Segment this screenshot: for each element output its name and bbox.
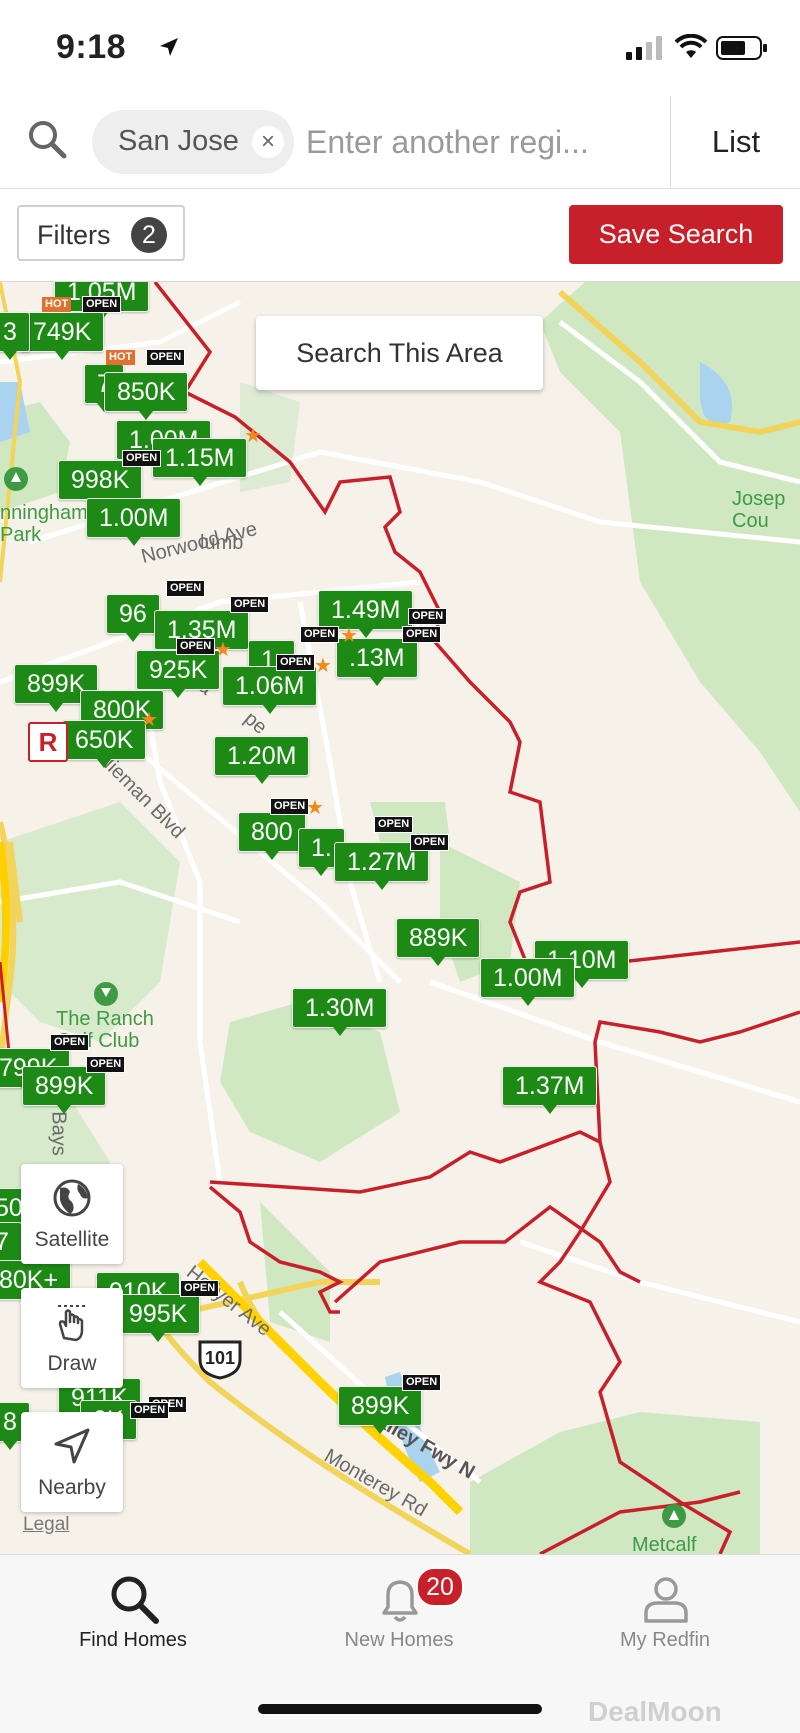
globe-icon [53,1179,91,1217]
close-icon[interactable]: × [252,126,284,158]
search-this-area-button[interactable]: Search This Area [256,316,543,390]
open-tag: OPEN [402,1374,442,1391]
star-icon: ★ [244,425,262,447]
open-tag: OPEN [276,654,316,671]
draw-hand-icon [58,1305,86,1342]
open-tag: OPEN [180,1280,220,1297]
nearby-button[interactable]: Nearby [21,1412,123,1512]
navigation-arrow-icon [54,1428,90,1464]
price-marker[interactable]: 1.30M [292,988,388,1036]
tab-new-homes[interactable]: 20 New Homes [266,1555,532,1675]
watermark: DealMoon [588,1696,722,1727]
price-marker[interactable]: 650K [62,720,147,768]
region-search-input[interactable] [304,118,648,166]
price-marker[interactable]: 3 [0,312,30,360]
star-icon: ★ [140,709,158,731]
price-marker[interactable]: 1.15M [152,438,248,486]
price-marker[interactable]: 7 [0,1222,22,1270]
tab-label: New Homes [344,1629,454,1651]
street-label: lumb [200,532,244,554]
open-tag: OPEN [230,596,270,613]
draw-label: Draw [47,1352,97,1375]
list-view-button[interactable]: List [672,96,800,188]
hot-tag: HOT [106,350,136,365]
legal-link[interactable]: Legal [23,1514,70,1536]
redfin-listing-badge[interactable]: R [28,722,68,762]
open-tag: OPEN [408,608,448,625]
price-marker[interactable]: 850K [104,372,189,420]
region-chip-label: San Jose [118,125,239,157]
filters-count-badge: 2 [131,217,167,253]
cellular-signal-icon [626,36,662,60]
search-bar: San Jose × List [0,96,800,189]
highway-shield-label: 101 [204,1348,236,1368]
price-marker[interactable]: 1.00M [86,498,182,546]
open-tag: OPEN [50,1034,90,1051]
open-tag: OPEN [374,816,414,833]
star-icon: ★ [314,655,332,677]
filter-bar: Filters 2 Save Search [0,189,800,282]
open-tag: OPEN [270,798,310,815]
map-view[interactable]: Norwood Ave Nieman Blvd Hellyer Ave S Va… [0,282,800,1554]
price-marker[interactable]: 925K [136,650,221,698]
satellite-button[interactable]: Satellite [21,1164,123,1264]
price-marker[interactable]: 96 [106,594,160,642]
price-marker[interactable]: 800 [238,812,306,860]
new-homes-count-badge: 20 [416,1567,464,1607]
search-icon[interactable] [26,118,68,160]
satellite-label: Satellite [34,1228,110,1251]
status-bar: 9:18 [0,0,800,96]
battery-icon [716,36,767,60]
home-indicator [258,1704,542,1714]
tab-label: My Redfin [619,1629,711,1651]
status-time: 9:18 [56,28,127,66]
divider [670,96,671,188]
park-label: Josep Cou [732,488,786,532]
filters-button[interactable]: Filters 2 [17,205,185,261]
open-tag: OPEN [86,1056,126,1073]
price-marker[interactable]: 899K [338,1386,423,1434]
tab-find-homes[interactable]: Find Homes [0,1555,266,1675]
price-marker[interactable]: 1.37M [502,1066,598,1114]
price-marker[interactable]: 995K [116,1294,201,1342]
wifi-icon [674,34,708,58]
price-marker[interactable]: 1.00M [480,958,576,1006]
price-marker[interactable]: 1.06M [222,666,318,714]
street-label: Bays [47,1111,70,1156]
nearby-label: Nearby [38,1476,106,1499]
price-marker[interactable]: 1.49M [318,590,414,638]
draw-button[interactable]: Draw [21,1288,123,1388]
location-arrow-icon [160,38,178,56]
open-tag: OPEN [82,296,122,313]
tab-my-redfin[interactable]: My Redfin [532,1555,798,1675]
user-icon [644,1577,688,1623]
search-icon [111,1576,159,1624]
open-tag: OPEN [146,349,186,366]
tab-label: Find Homes [79,1629,187,1651]
park-label: Metcalf [632,1534,697,1554]
open-tag: OPEN [130,1402,170,1419]
price-marker[interactable]: 889K [396,918,481,966]
filters-label: Filters [37,220,111,250]
open-tag: OPEN [300,626,340,643]
save-search-button[interactable]: Save Search [569,205,783,264]
star-icon: ★ [214,639,232,661]
park-label: nningham Park [0,502,88,546]
star-icon: ★ [306,797,324,819]
open-tag: OPEN [122,450,162,467]
star-icon: ★ [340,625,358,647]
price-marker[interactable]: 749K [20,312,105,360]
open-tag: OPEN [176,638,216,655]
open-tag: OPEN [166,580,206,597]
open-tag: OPEN [402,626,442,643]
price-marker[interactable]: 1.20M [214,736,310,784]
hot-tag: HOT [42,297,72,312]
region-chip[interactable]: San Jose × [92,110,294,174]
open-tag: OPEN [410,834,450,851]
